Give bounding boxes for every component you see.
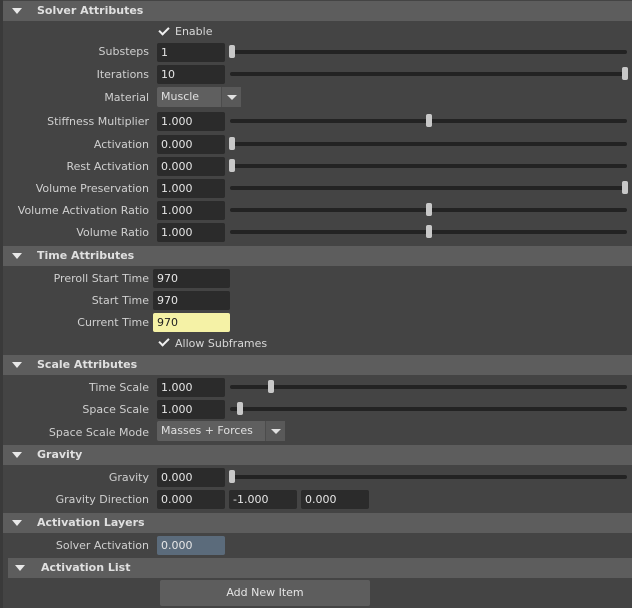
substeps-label: Substeps — [98, 45, 149, 58]
gravity-direction-z-field[interactable]: 0.000 — [301, 490, 369, 509]
volume-activation-ratio-slider[interactable] — [230, 203, 627, 216]
slider-thumb[interactable] — [229, 45, 235, 58]
collapse-triangle-icon — [12, 362, 22, 368]
section-title: Scale Attributes — [37, 358, 138, 371]
substeps-slider[interactable] — [229, 45, 627, 58]
space-scale-label: Space Scale — [82, 403, 149, 416]
slider-thumb[interactable] — [229, 137, 235, 150]
enable-checkbox[interactable] — [157, 24, 171, 38]
slider-thumb[interactable] — [425, 114, 432, 127]
section-header-scale[interactable]: Scale Attributes — [3, 355, 632, 375]
solver-activation-field[interactable]: 0.000 — [157, 536, 225, 555]
section-header-time[interactable]: Time Attributes — [3, 246, 632, 266]
volume-ratio-field[interactable]: 1.000 — [157, 223, 225, 242]
volume-ratio-label: Volume Ratio — [76, 226, 149, 239]
space-scale-mode-value: Masses + Forces — [161, 424, 253, 437]
section-title: Activation List — [41, 561, 131, 574]
section-title: Activation Layers — [37, 516, 145, 529]
section-header-activation-layers[interactable]: Activation Layers — [3, 513, 632, 533]
allow-subframes-label: Allow Subframes — [175, 337, 268, 350]
space-scale-mode-label: Space Scale Mode — [48, 426, 149, 439]
volume-preservation-label: Volume Preservation — [35, 182, 149, 195]
section-header-activation-list[interactable]: Activation List — [8, 558, 632, 578]
current-time-label: Current Time — [77, 316, 149, 329]
substeps-field[interactable]: 1 — [157, 43, 225, 62]
volume-preservation-field[interactable]: 1.000 — [157, 179, 225, 198]
gravity-direction-label: Gravity Direction — [55, 493, 149, 506]
collapse-triangle-icon — [12, 253, 22, 259]
slider-thumb[interactable] — [268, 380, 275, 393]
material-label: Material — [104, 91, 149, 104]
gravity-slider[interactable] — [229, 470, 627, 483]
volume-activation-ratio-label: Volume Activation Ratio — [17, 204, 149, 217]
time-scale-slider[interactable] — [230, 380, 627, 393]
gravity-direction-y-field[interactable]: -1.000 — [229, 490, 297, 509]
section-title: Gravity — [37, 448, 83, 461]
iterations-slider[interactable] — [230, 67, 628, 80]
collapse-triangle-icon — [12, 520, 22, 526]
attribute-editor: Solver Attributes Enable Substeps 1 Iter… — [0, 0, 632, 608]
activation-field[interactable]: 0.000 — [157, 135, 225, 154]
chevron-down-icon — [265, 421, 285, 441]
slider-thumb[interactable] — [229, 470, 235, 483]
space-scale-field[interactable]: 1.000 — [157, 400, 225, 419]
space-scale-slider[interactable] — [230, 402, 627, 415]
iterations-field[interactable]: 10 — [157, 65, 225, 84]
solver-activation-label: Solver Activation — [55, 539, 149, 552]
stiffness-slider[interactable] — [230, 114, 627, 127]
rest-activation-field[interactable]: 0.000 — [157, 157, 225, 176]
collapse-triangle-icon — [15, 565, 25, 571]
time-scale-label: Time Scale — [88, 381, 149, 394]
activation-slider[interactable] — [229, 137, 627, 150]
time-scale-field[interactable]: 1.000 — [157, 378, 225, 397]
material-dropdown[interactable]: Muscle — [157, 87, 241, 107]
gravity-direction-x-field[interactable]: 0.000 — [157, 490, 225, 509]
collapse-triangle-icon — [12, 452, 22, 458]
rest-activation-slider[interactable] — [229, 159, 627, 172]
enable-label: Enable — [175, 25, 213, 38]
material-value: Muscle — [161, 90, 200, 103]
iterations-label: Iterations — [96, 68, 149, 81]
volume-activation-ratio-field[interactable]: 1.000 — [157, 201, 225, 220]
stiffness-field[interactable]: 1.000 — [157, 112, 225, 131]
gravity-field[interactable]: 0.000 — [157, 468, 225, 487]
section-header-solver[interactable]: Solver Attributes — [3, 1, 632, 21]
volume-preservation-slider[interactable] — [230, 181, 628, 194]
slider-thumb[interactable] — [622, 67, 628, 80]
chevron-down-icon — [221, 87, 241, 107]
space-scale-mode-dropdown[interactable]: Masses + Forces — [157, 421, 285, 441]
allow-subframes-checkbox[interactable] — [157, 335, 171, 349]
section-title: Time Attributes — [37, 249, 135, 262]
slider-thumb[interactable] — [229, 159, 235, 172]
volume-ratio-slider[interactable] — [230, 225, 627, 238]
preroll-start-label: Preroll Start Time — [53, 272, 149, 285]
activation-label: Activation — [93, 138, 149, 151]
start-time-field[interactable]: 970 — [153, 291, 230, 310]
slider-thumb[interactable] — [425, 225, 432, 238]
add-new-item-button[interactable]: Add New Item — [160, 580, 370, 606]
preroll-start-field[interactable]: 970 — [153, 269, 230, 288]
collapse-triangle-icon — [12, 8, 22, 14]
section-title: Solver Attributes — [37, 4, 144, 17]
slider-thumb[interactable] — [236, 402, 243, 415]
section-header-gravity[interactable]: Gravity — [3, 445, 632, 465]
current-time-field[interactable]: 970 — [153, 313, 230, 332]
slider-thumb[interactable] — [622, 181, 628, 194]
rest-activation-label: Rest Activation — [66, 160, 149, 173]
slider-thumb[interactable] — [425, 203, 432, 216]
stiffness-label: Stiffness Multiplier — [47, 115, 149, 128]
gravity-label: Gravity — [108, 471, 149, 484]
start-time-label: Start Time — [91, 294, 149, 307]
